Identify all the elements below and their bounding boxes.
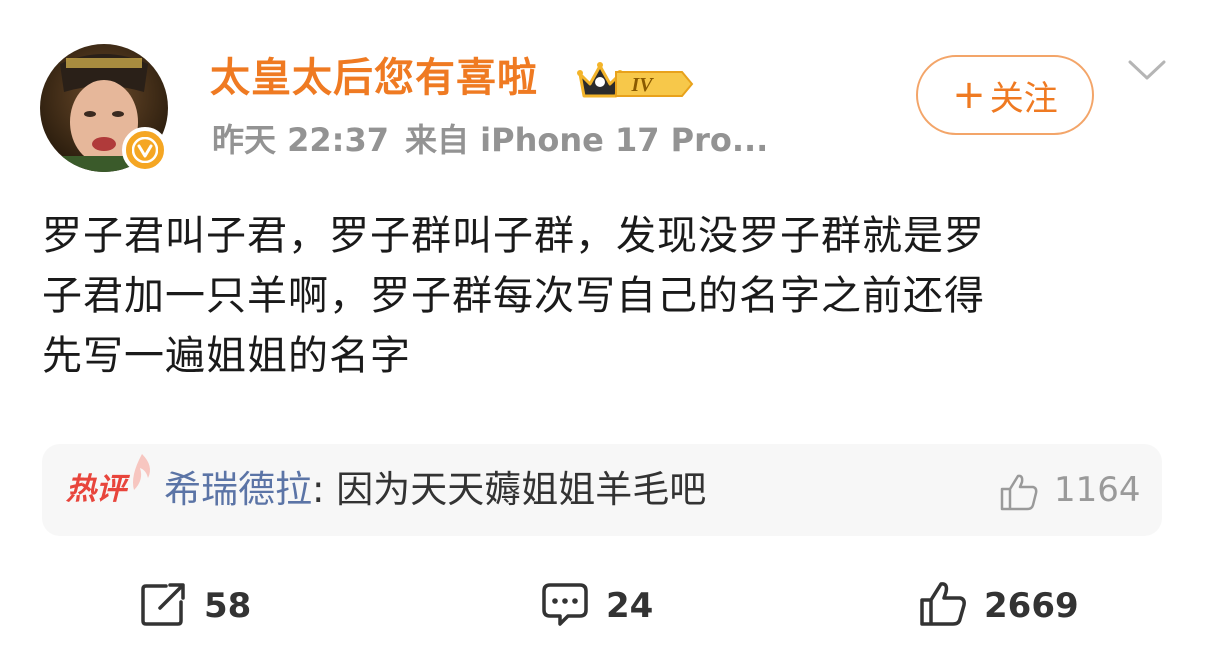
hot-comment-body: 因为天天薅姐姐羊毛吧	[336, 468, 707, 511]
flame-icon	[128, 450, 158, 498]
follow-label: 关注	[989, 78, 1058, 119]
hot-comment-tag: 热评	[66, 472, 126, 507]
post-time: 昨天 22:37	[212, 121, 390, 159]
like-button[interactable]: 2669	[918, 580, 1079, 632]
repost-count: 58	[204, 586, 252, 626]
like-count: 2669	[984, 586, 1079, 626]
plus-icon: +	[952, 72, 986, 118]
post-content-line: 罗子君叫子君，罗子群叫子群，发现没罗子群就是罗	[42, 213, 985, 259]
post-content-line: 子君加一只羊啊，罗子群每次写自己的名字之前还得	[42, 273, 985, 319]
comment-count: 24	[606, 586, 654, 626]
comment-icon	[540, 580, 590, 632]
comment-button[interactable]: 24	[540, 580, 653, 632]
hot-comment[interactable]: 热评 希瑞德拉: 因为天天薅姐姐羊毛吧 1164	[42, 444, 1162, 536]
share-icon	[140, 580, 188, 632]
hot-comment-separator: :	[312, 468, 337, 511]
hot-comment-text: 希瑞德拉: 因为天天薅姐姐羊毛吧	[164, 464, 706, 516]
post-meta: 昨天 22:37 来自 iPhone 17 Pro...	[212, 118, 768, 162]
chevron-down-icon[interactable]	[1126, 56, 1168, 90]
thumbs-up-icon[interactable]	[998, 472, 1040, 516]
thumbs-up-icon	[918, 580, 968, 632]
hot-comment-like-count: 1164	[1054, 470, 1141, 510]
repost-button[interactable]: 58	[140, 580, 251, 632]
verified-v-icon	[122, 127, 168, 173]
level-label: IV	[630, 74, 654, 96]
post-source: 来自 iPhone 17 Pro...	[405, 121, 769, 159]
username[interactable]: 太皇太后您有喜啦	[210, 50, 538, 106]
follow-button[interactable]: + 关注	[916, 55, 1094, 135]
hot-comment-user[interactable]: 希瑞德拉	[164, 468, 312, 511]
post-content: 罗子君叫子君，罗子群叫子群，发现没罗子群就是罗 子君加一只羊啊，罗子群每次写自己…	[42, 206, 1152, 386]
post-content-line: 先写一遍姐姐的名字	[42, 333, 411, 379]
user-level-badge: IV	[576, 56, 696, 108]
